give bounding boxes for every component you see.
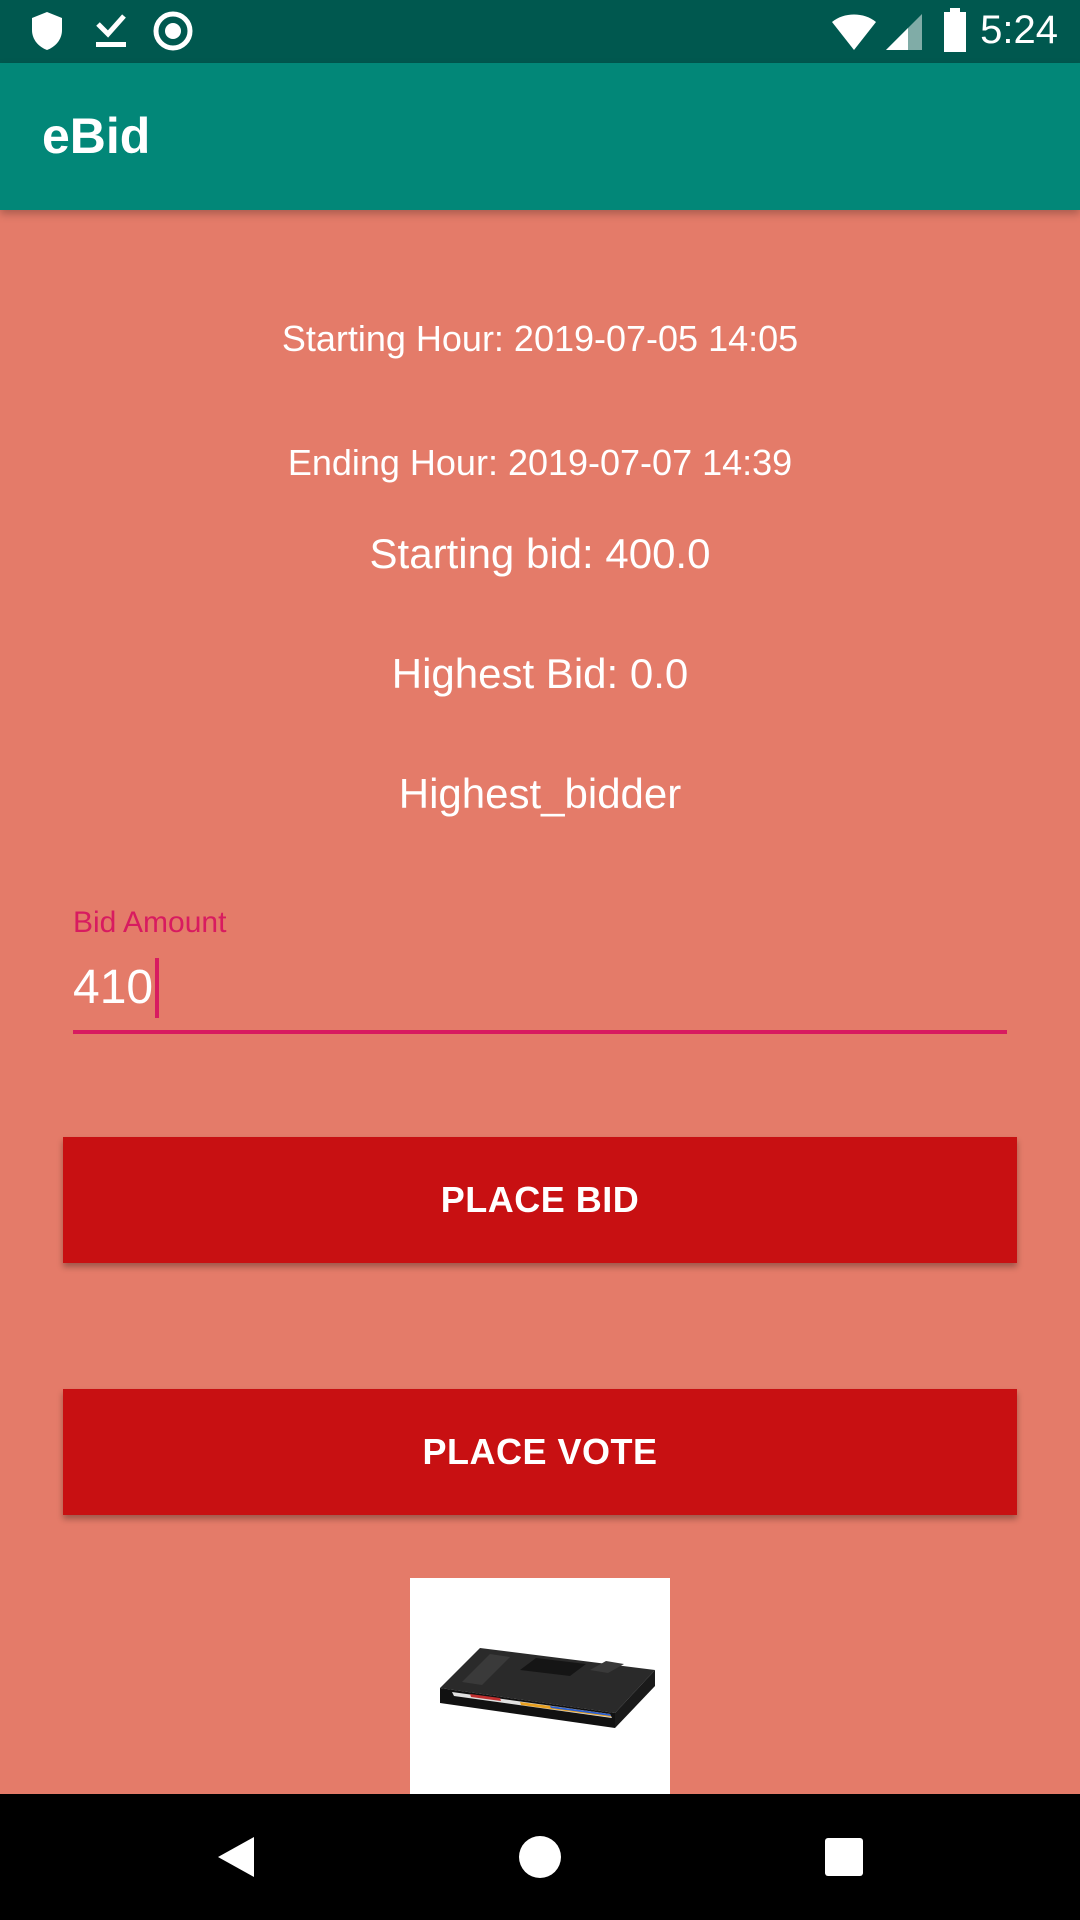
auction-content: Starting Hour: 2019-07-05 14:05 Ending H… <box>0 210 1080 1794</box>
status-time: 5:24 <box>980 8 1058 52</box>
app-bar: eBid <box>0 63 1080 210</box>
starting-bid-text: Starting bid: 400.0 <box>369 530 711 577</box>
bid-amount-label: Bid Amount <box>73 906 227 939</box>
shield-icon <box>30 10 64 57</box>
recents-icon[interactable] <box>814 1827 874 1887</box>
signal-icon <box>884 12 924 57</box>
home-icon[interactable] <box>510 1827 570 1887</box>
wifi-icon <box>830 12 878 57</box>
download-done-icon <box>94 10 128 55</box>
highest-bidder-text: Highest_bidder <box>398 770 682 817</box>
text-cursor <box>155 958 160 1018</box>
place-vote-button[interactable]: PLACE VOTE <box>63 1389 1017 1515</box>
navigation-bar <box>0 1794 1080 1920</box>
highest-bid-text: Highest Bid: 0.0 <box>391 650 689 697</box>
bid-amount-value: 410 <box>73 961 154 1014</box>
battery-icon <box>942 8 968 57</box>
game-console-image <box>440 1648 655 1728</box>
status-bar: 5:24 <box>0 0 1080 63</box>
ending-hour-text: Ending Hour: 2019-07-07 14:39 <box>287 442 793 483</box>
bid-amount-input[interactable]: 410 <box>73 958 160 1018</box>
circle-record-icon <box>152 10 194 57</box>
app-title: eBid <box>42 108 151 164</box>
product-image <box>410 1578 670 1794</box>
place-bid-button[interactable]: PLACE BID <box>63 1137 1017 1263</box>
bid-amount-underline <box>73 1030 1007 1034</box>
back-icon[interactable] <box>206 1827 266 1887</box>
starting-hour-text: Starting Hour: 2019-07-05 14:05 <box>281 318 799 359</box>
